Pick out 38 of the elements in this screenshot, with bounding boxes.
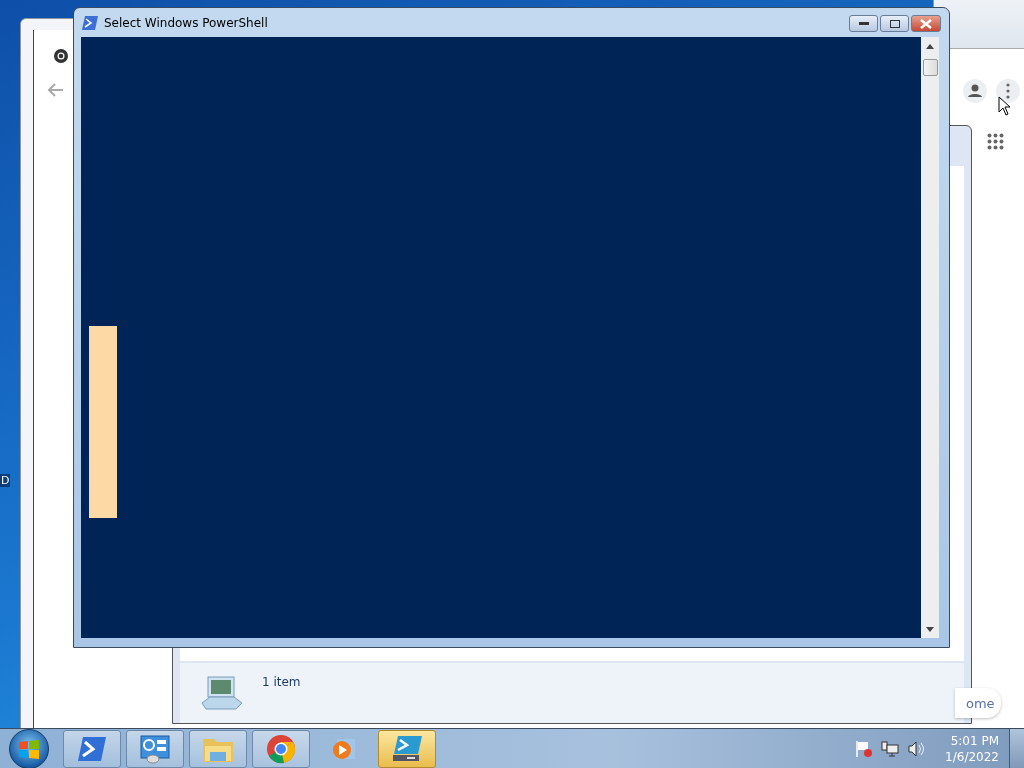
scroll-down-icon[interactable] [926,626,934,632]
chrome-logo-icon [53,48,69,64]
media-player-icon [331,736,357,762]
clock-time: 5:01 PM [950,733,999,749]
show-desktop-button[interactable] [1009,729,1024,768]
powershell-ise-icon [391,735,423,763]
chrome-icon [266,734,296,764]
clock-date: 1/6/2022 [945,749,999,765]
taskbar-button[interactable] [189,730,247,768]
status-text: 1 item [262,675,301,689]
powershell-icon [82,16,98,30]
close-icon [920,18,932,29]
taskbar-button[interactable] [378,730,436,768]
close-button[interactable] [911,15,941,32]
volume-icon[interactable] [907,740,926,758]
scroll-thumb[interactable] [923,59,938,76]
profile-icon[interactable] [963,79,987,103]
windows-logo-icon [18,739,40,759]
taskbar-button[interactable] [126,730,184,768]
scrollbar[interactable] [921,37,939,638]
control-panel-icon [139,734,171,764]
taskbar-button[interactable] [63,730,121,768]
maximize-icon [889,19,900,28]
powershell-icon [77,736,107,762]
minimize-button[interactable] [849,15,878,32]
menu-icon[interactable] [996,79,1020,103]
scroll-up-icon[interactable] [926,43,934,49]
minimize-icon [858,21,869,26]
maximize-button[interactable] [880,15,909,32]
taskbar-button[interactable] [252,730,310,768]
apps-grid-icon[interactable] [987,133,1004,150]
mouse-pointer-icon [998,96,1012,116]
desktop-icon-label: D [0,474,11,487]
start-button[interactable] [9,729,49,768]
window-title: Select Windows PowerShell [104,16,268,30]
link[interactable]: ome [955,695,995,711]
flag-icon[interactable] [855,740,874,758]
network-icon[interactable] [881,740,900,758]
